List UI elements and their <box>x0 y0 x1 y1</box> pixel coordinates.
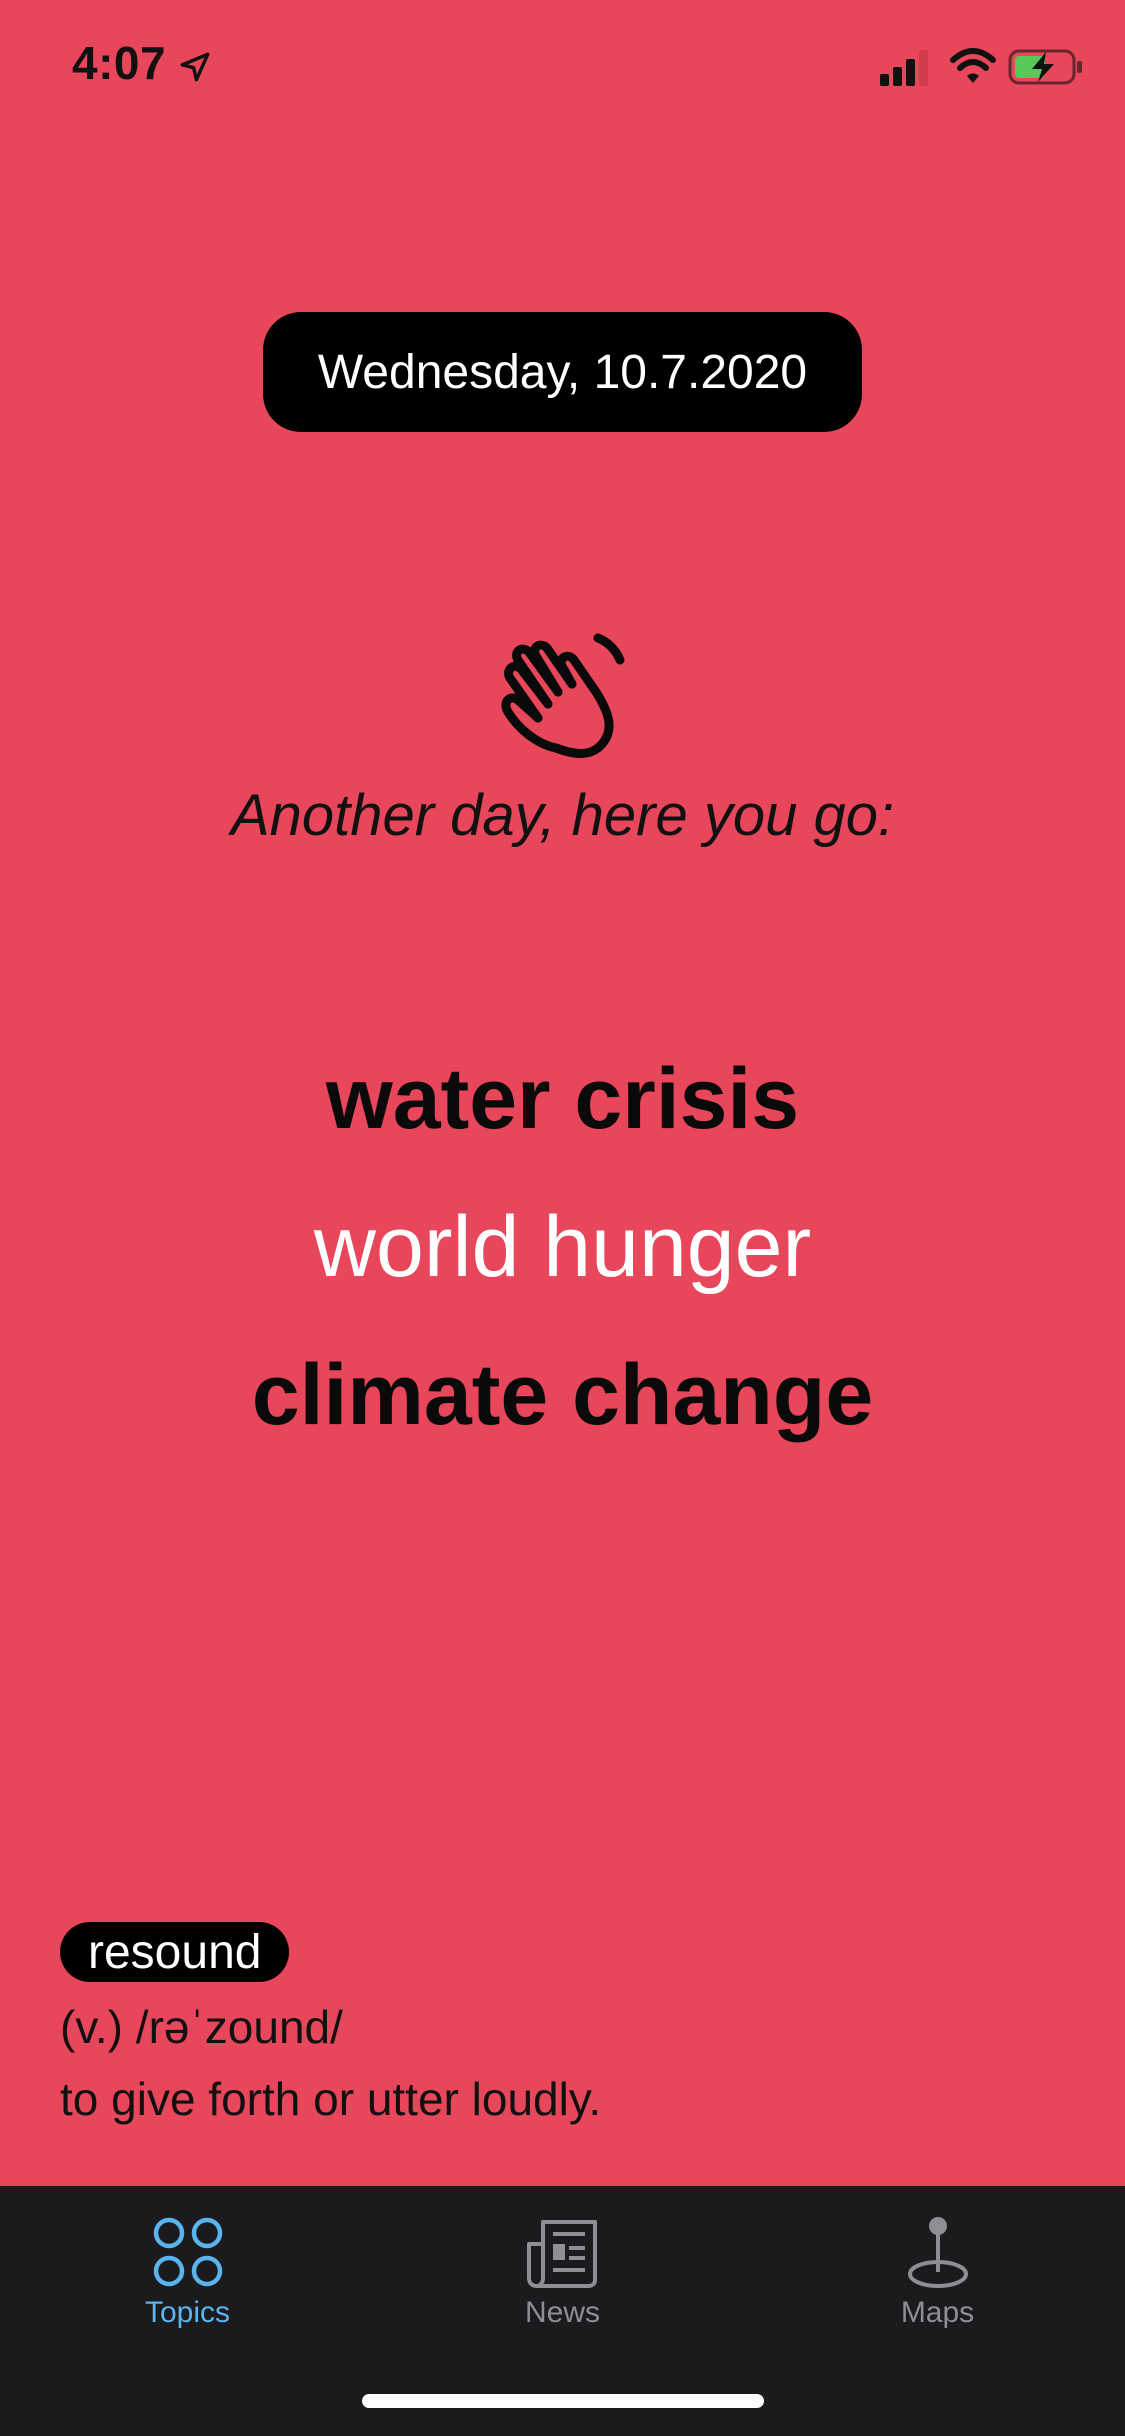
location-arrow-icon <box>180 52 210 82</box>
wifi-icon <box>950 48 996 83</box>
tab-topics[interactable]: Topics <box>0 2186 375 2356</box>
status-bar: 4:07 <box>0 0 1125 140</box>
status-time: 4:07 <box>72 37 167 89</box>
word-pronunciation: (v.) /rəˈzound/ <box>60 2001 343 2053</box>
date-pill: Wednesday, 10.7.2020 <box>263 312 862 432</box>
battery-charging-icon <box>1008 49 1082 85</box>
word-of-day-word: resound <box>88 1925 262 1979</box>
tab-news[interactable]: News <box>375 2186 750 2356</box>
topic-world-hunger[interactable]: world hunger <box>0 1198 1125 1297</box>
topics-grid-icon <box>153 2217 222 2287</box>
word-definition: to give forth or utter loudly. <box>60 2073 602 2125</box>
screen: 4:07 Wednesday, 10.7.2020 Another day, h… <box>0 0 1125 2436</box>
greeting-text: Another day, here you go: <box>230 783 895 848</box>
cellular-signal-icon <box>880 50 928 86</box>
map-pin-icon <box>907 2217 968 2288</box>
tab-bar: Topics News Maps <box>0 2186 1125 2436</box>
topic-climate-change[interactable]: climate change <box>0 1346 1125 1445</box>
tab-maps[interactable]: Maps <box>750 2186 1125 2356</box>
tab-news-label: News <box>524 2296 600 2329</box>
home-indicator[interactable] <box>362 2394 764 2408</box>
date-label: Wednesday, 10.7.2020 <box>317 345 808 399</box>
newspaper-icon <box>526 2220 597 2288</box>
tab-maps-label: Maps <box>900 2296 975 2329</box>
topic-water-crisis[interactable]: water crisis <box>0 1050 1125 1149</box>
word-of-day-badge: resound <box>60 1922 290 1982</box>
waving-hand-icon <box>501 633 625 758</box>
tab-topics-label: Topics <box>144 2296 231 2329</box>
